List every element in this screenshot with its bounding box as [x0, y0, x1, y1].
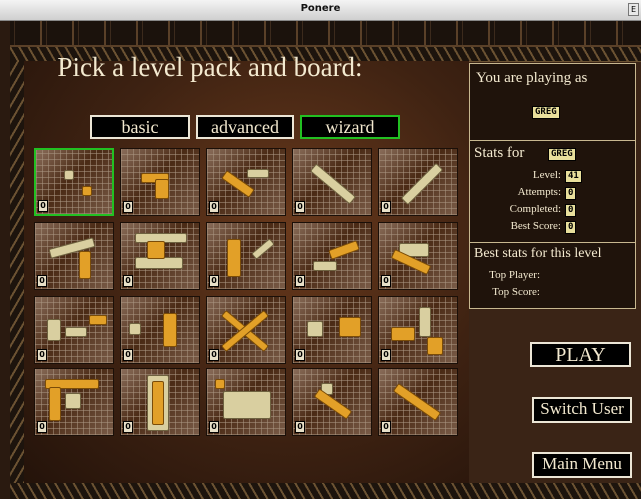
- attempt-count: 0: [123, 349, 133, 361]
- attempts-value: 0: [565, 187, 577, 200]
- best-stats-label: Best stats for this level: [474, 246, 602, 261]
- window-titlebar[interactable]: Ponere E: [0, 0, 641, 21]
- main-menu-button[interactable]: Main Menu: [532, 452, 632, 478]
- level-thumbnail[interactable]: 0: [34, 368, 114, 436]
- pack-tab-advanced[interactable]: advanced: [196, 115, 294, 139]
- level-pack-tabs: basic advanced wizard: [90, 115, 400, 139]
- level-thumbnail[interactable]: 0: [378, 368, 458, 436]
- attempts-label: Attempts:: [517, 186, 561, 198]
- level-label: Level:: [532, 169, 561, 181]
- attempt-count: 0: [38, 200, 48, 212]
- level-thumbnail[interactable]: 0: [120, 368, 200, 436]
- attempt-count: 0: [123, 275, 133, 287]
- pack-tab-wizard[interactable]: wizard: [300, 115, 400, 139]
- attempt-count: 0: [209, 275, 219, 287]
- level-thumbnail[interactable]: 0: [292, 222, 372, 290]
- window-title: Ponere: [300, 3, 341, 14]
- attempt-count: 0: [209, 421, 219, 433]
- attempt-count: 0: [37, 349, 47, 361]
- best-stats-section: Best stats for this level Top Player: To…: [470, 243, 635, 308]
- level-thumbnail[interactable]: 0: [206, 222, 286, 290]
- switch-user-button[interactable]: Switch User: [532, 397, 632, 423]
- level-thumbnail[interactable]: 0: [120, 222, 200, 290]
- top-score-label: Top Score:: [492, 286, 540, 298]
- decorative-top-border: [10, 21, 641, 47]
- level-thumbnail[interactable]: 0: [120, 296, 200, 364]
- attempt-count: 0: [295, 201, 305, 213]
- level-thumbnail[interactable]: 0: [378, 148, 458, 216]
- best-score-label: Best Score:: [510, 220, 561, 232]
- level-thumbnail[interactable]: 0: [206, 296, 286, 364]
- attempt-count: 0: [209, 349, 219, 361]
- level-board-grid: 0 0 0 0 0 0 0 0 0 0 0 0 0 0 0 0 0 0 0 0: [34, 148, 458, 484]
- current-player-section: You are playing as GREG: [470, 64, 635, 141]
- attempt-count: 0: [295, 349, 305, 361]
- level-thumbnail[interactable]: 0: [206, 368, 286, 436]
- level-thumbnail[interactable]: 0: [292, 368, 372, 436]
- stats-player-badge: GREG: [548, 148, 576, 161]
- attempt-count: 0: [381, 421, 391, 433]
- attempt-count: 0: [295, 275, 305, 287]
- pack-tab-basic[interactable]: basic: [90, 115, 190, 139]
- attempt-count: 0: [123, 421, 133, 433]
- player-name-badge: GREG: [532, 106, 560, 119]
- attempt-count: 0: [37, 275, 47, 287]
- level-thumbnail[interactable]: 0: [34, 222, 114, 290]
- attempt-count: 0: [123, 201, 133, 213]
- page-heading: Pick a level pack and board:: [57, 52, 363, 82]
- level-thumbnail[interactable]: 0: [378, 296, 458, 364]
- level-thumbnail[interactable]: 0: [206, 148, 286, 216]
- level-thumbnail[interactable]: 0: [34, 296, 114, 364]
- attempt-count: 0: [381, 349, 391, 361]
- level-thumbnail[interactable]: 0: [292, 148, 372, 216]
- stats-table: Level: 41 Attempts: 0 Completed: 0 Best …: [470, 167, 635, 241]
- stats-for-label: Stats for: [474, 145, 525, 161]
- attempt-count: 0: [381, 275, 391, 287]
- completed-label: Completed:: [509, 203, 561, 215]
- level-value: 41: [565, 170, 582, 183]
- decorative-left-rope: [10, 61, 24, 499]
- level-thumbnail[interactable]: 0: [120, 148, 200, 216]
- decorative-bottom-rope: [10, 483, 641, 499]
- completed-value: 0: [565, 204, 577, 217]
- level-thumbnail[interactable]: 0: [34, 148, 114, 216]
- best-score-value: 0: [565, 221, 577, 234]
- playing-as-label: You are playing as: [476, 70, 588, 86]
- stats-section: Stats for GREG Level: 41 Attempts: 0 Com…: [470, 141, 635, 243]
- attempt-count: 0: [381, 201, 391, 213]
- zoom-box-button[interactable]: E: [628, 3, 639, 16]
- level-thumbnail[interactable]: 0: [378, 222, 458, 290]
- top-player-label: Top Player:: [489, 269, 540, 281]
- play-button[interactable]: PLAY: [530, 342, 631, 367]
- player-stats-panel: You are playing as GREG Stats for GREG L…: [469, 63, 636, 309]
- attempt-count: 0: [37, 421, 47, 433]
- attempt-count: 0: [209, 201, 219, 213]
- attempt-count: 0: [295, 421, 305, 433]
- level-thumbnail[interactable]: 0: [292, 296, 372, 364]
